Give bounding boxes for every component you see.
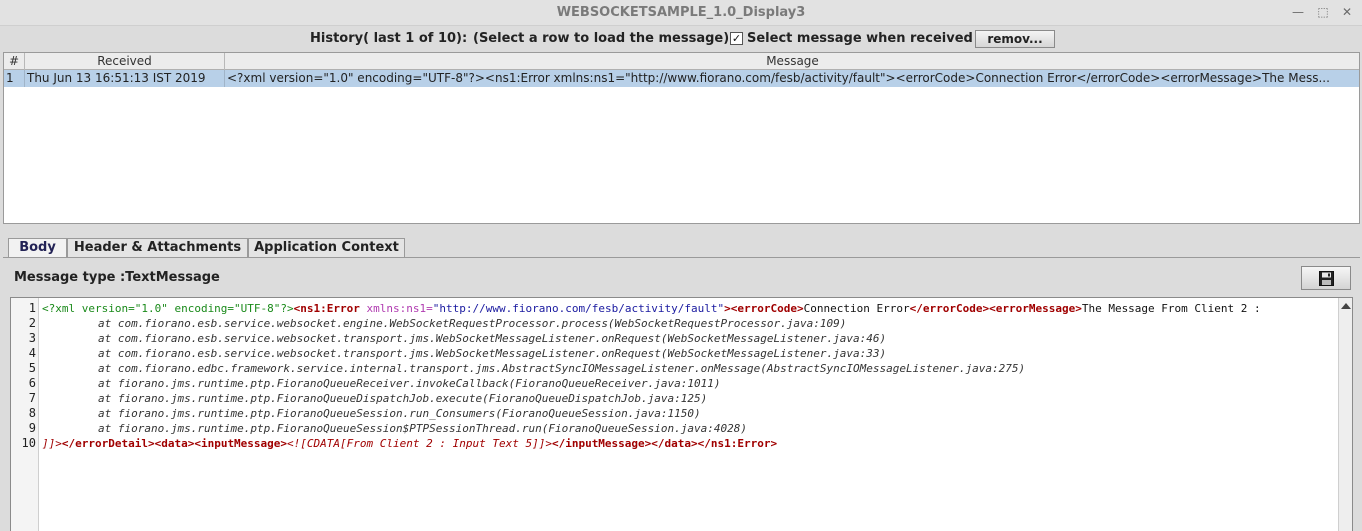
tab-application-context[interactable]: Application Context <box>248 238 405 258</box>
xml-text: The Message From Client 2 : <box>1081 302 1261 315</box>
line-number: 2 <box>28 316 36 330</box>
stack-trace-line: at fiorano.jms.runtime.ptp.FioranoQueueS… <box>98 407 701 420</box>
code-line: at com.fiorano.esb.service.websocket.eng… <box>42 316 846 331</box>
history-hint: (Select a row to load the message) <box>473 31 730 46</box>
cdata-end: ]]> <box>42 437 62 450</box>
line-number: 4 <box>28 346 36 360</box>
row-received-cell: Thu Jun 13 16:51:13 IST 2019 <box>25 70 225 87</box>
row-index-cell: 1 <box>4 70 25 87</box>
xml-tag: > <box>724 302 731 315</box>
line-number: 1 <box>28 301 36 315</box>
code-line: at fiorano.jms.runtime.ptp.FioranoQueueS… <box>42 421 747 436</box>
window-title: WEBSOCKETSAMPLE_1.0_Display3 <box>556 5 806 20</box>
minimize-icon[interactable]: — <box>1290 4 1306 20</box>
column-header-index[interactable]: # <box>4 53 25 70</box>
history-table: # Received Message 1 Thu Jun 13 16:51:13… <box>3 52 1360 224</box>
history-bar: History( last 1 of 10): (Select a row to… <box>0 27 1362 51</box>
line-number: 8 <box>28 406 36 420</box>
tab-header-attachments[interactable]: Header & Attachments <box>67 238 248 258</box>
history-label: History( last 1 of 10): <box>310 31 468 46</box>
vertical-scrollbar[interactable] <box>1338 298 1352 531</box>
save-icon <box>1319 271 1334 286</box>
code-line: at fiorano.jms.runtime.ptp.FioranoQueueD… <box>42 391 707 406</box>
save-button[interactable] <box>1301 266 1351 290</box>
code-line: at fiorano.jms.runtime.ptp.FioranoQueueS… <box>42 406 701 421</box>
close-icon[interactable]: ✕ <box>1339 4 1355 20</box>
xml-attribute-value: "http://www.fiorano.com/fesb/activity/fa… <box>432 302 725 315</box>
message-type-label: Message type :TextMessage <box>14 270 220 285</box>
stack-trace-line: at com.fiorano.esb.service.websocket.eng… <box>98 317 847 330</box>
code-line: at com.fiorano.edbc.framework.service.in… <box>42 361 1025 376</box>
select-when-received-label[interactable]: Select message when received <box>747 31 973 46</box>
table-header: # Received Message <box>4 53 1359 70</box>
stack-trace-line: at fiorano.jms.runtime.ptp.FioranoQueueR… <box>98 377 721 390</box>
stack-trace-line: at fiorano.jms.runtime.ptp.FioranoQueueD… <box>98 392 708 405</box>
line-number: 10 <box>21 436 36 450</box>
code-line: <?xml version="1.0" encoding="UTF-8"?><n… <box>42 301 1261 316</box>
column-header-message[interactable]: Message <box>225 53 1360 70</box>
stack-trace-line: at com.fiorano.esb.service.websocket.tra… <box>98 347 887 360</box>
code-line: at com.fiorano.esb.service.websocket.tra… <box>42 331 886 346</box>
row-message-cell: <?xml version="1.0" encoding="UTF-8"?><n… <box>227 71 1330 85</box>
body-panel: Message type :TextMessage 1 2 3 4 5 6 7 … <box>3 257 1360 531</box>
maximize-icon[interactable]: ⬚ <box>1315 4 1331 20</box>
line-number: 7 <box>28 391 36 405</box>
xml-tag: <errorCode> <box>730 302 804 315</box>
remove-button[interactable]: remov... <box>975 30 1055 48</box>
table-row[interactable]: 1 Thu Jun 13 16:51:13 IST 2019 <?xml ver… <box>4 70 1359 87</box>
cdata-section: <![CDATA[From Client 2 : Input Text 5]]> <box>287 437 552 450</box>
code-area[interactable]: <?xml version="1.0" encoding="UTF-8"?><n… <box>42 298 1332 531</box>
line-number: 6 <box>28 376 36 390</box>
stack-trace-line: at fiorano.jms.runtime.ptp.FioranoQueueS… <box>98 422 748 435</box>
line-number: 9 <box>28 421 36 435</box>
stack-trace-line: at com.fiorano.esb.service.websocket.tra… <box>98 332 887 345</box>
window-titlebar: WEBSOCKETSAMPLE_1.0_Display3 — ⬚ ✕ <box>0 0 1362 26</box>
xml-tag: </errorDetail><data><inputMessage> <box>61 437 288 450</box>
scroll-up-icon[interactable] <box>1341 303 1351 309</box>
code-line: at com.fiorano.esb.service.websocket.tra… <box>42 346 886 361</box>
line-number: 5 <box>28 361 36 375</box>
tab-body[interactable]: Body <box>8 238 67 258</box>
xml-attribute-name: xmlns:ns1= <box>359 302 433 315</box>
stack-trace-line: at com.fiorano.edbc.framework.service.in… <box>98 362 1026 375</box>
xml-tag: <errorMessage> <box>989 302 1082 315</box>
line-number: 3 <box>28 331 36 345</box>
column-header-received[interactable]: Received <box>25 53 225 70</box>
line-number-gutter: 1 2 3 4 5 6 7 8 9 10 <box>11 298 39 531</box>
xml-tag: </errorCode> <box>909 302 990 315</box>
xml-tag: <ns1:Error <box>293 302 360 315</box>
xml-tag: </inputMessage></data></ns1:Error> <box>551 437 778 450</box>
xml-text: Connection Error <box>803 302 910 315</box>
select-when-received-checkbox[interactable]: ✓ <box>730 32 743 45</box>
message-body-editor[interactable]: 1 2 3 4 5 6 7 8 9 10 <?xml version="1.0"… <box>10 297 1353 531</box>
code-line: ]]></errorDetail><data><inputMessage><![… <box>42 436 777 451</box>
code-line: at fiorano.jms.runtime.ptp.FioranoQueueR… <box>42 376 721 391</box>
xml-declaration: <?xml version="1.0" encoding="UTF-8"?> <box>42 302 294 315</box>
